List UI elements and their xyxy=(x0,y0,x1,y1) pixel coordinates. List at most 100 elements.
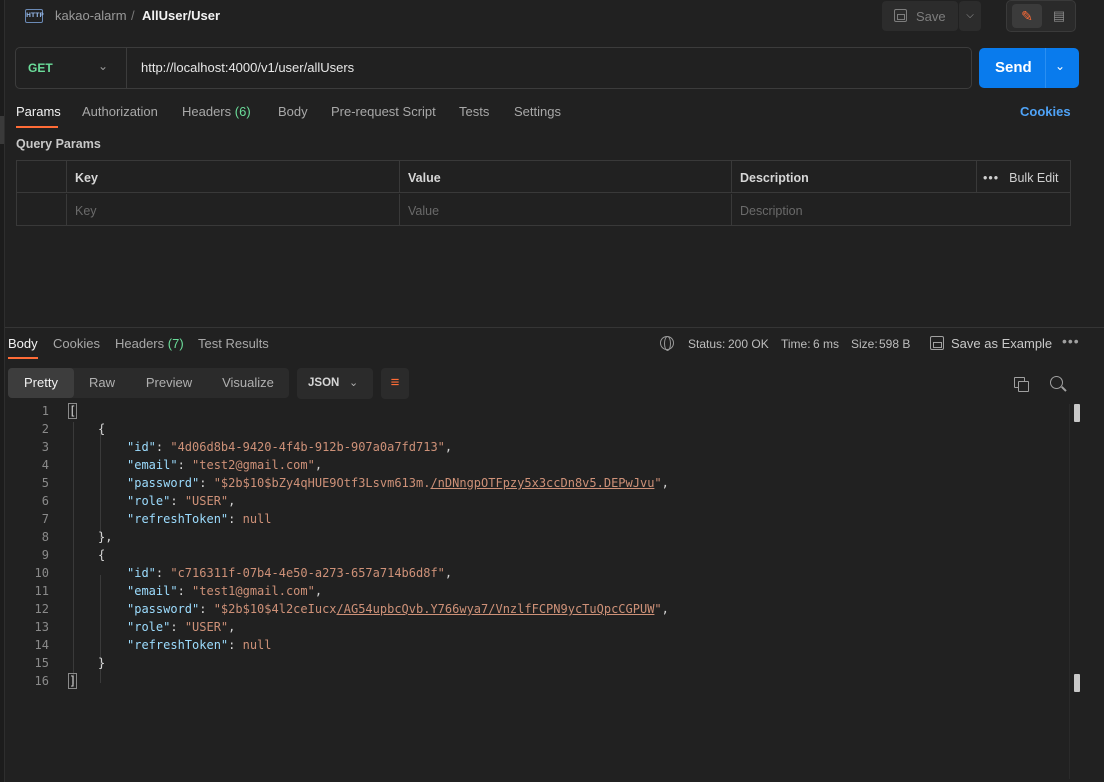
tab-response-cookies[interactable]: Cookies xyxy=(53,336,100,351)
tab-response-headers-count: (7) xyxy=(167,336,184,351)
status-value[interactable]: 200 OK xyxy=(728,337,769,351)
key-column-header: Key xyxy=(67,161,400,193)
breadcrumb-request-name[interactable]: AllUser/User xyxy=(142,8,220,23)
cookies-link[interactable]: Cookies xyxy=(1020,104,1071,119)
view-mode-visualize[interactable]: Visualize xyxy=(214,368,282,398)
response-body-viewer[interactable]: 1[ 2{ 3 "id": "4d06d8b4-9420-4f4b-912b-90… xyxy=(5,403,1075,694)
code-text: "id": "4d06d8b4-9420-4f4b-912b-907a0a7fd… xyxy=(127,440,452,454)
time-label: Time: xyxy=(781,337,811,351)
json-key: "id" xyxy=(127,440,156,454)
json-value: "c716311f-07b4-4e50-a273-657a714b6d8f" xyxy=(170,566,445,580)
top-bar: HTTP kakao-alarm / AllUser/User Save ⌵ ✎… xyxy=(5,0,1104,34)
pane-divider[interactable] xyxy=(5,327,1104,328)
tab-params[interactable]: Params xyxy=(16,104,61,119)
description-header-label: Description xyxy=(740,171,809,185)
description-placeholder: Description xyxy=(740,204,803,218)
table-row: Key Value Description xyxy=(17,194,1070,226)
json-comma: , xyxy=(661,476,669,490)
send-dropdown-chevron-icon[interactable]: ⌄ xyxy=(1055,59,1065,73)
response-more-options-icon[interactable]: ••• xyxy=(1062,333,1080,349)
line-number: 11 xyxy=(34,584,49,598)
tab-authorization[interactable]: Authorization xyxy=(82,104,158,119)
tab-response-headers-label: Headers xyxy=(115,336,165,351)
tab-headers[interactable]: Headers (6) xyxy=(182,104,251,119)
code-text: } xyxy=(98,656,105,670)
json-value-link[interactable]: /nDNngpOTFpzy5x3ccDn8v5.DEPwJvu xyxy=(430,476,654,490)
save-button[interactable]: Save xyxy=(882,1,958,31)
tab-tests[interactable]: Tests xyxy=(459,104,489,119)
json-value-link[interactable]: /AG54upbcQvb.Y766wya7/VnzlfFCPN9ycTuQpcC… xyxy=(337,602,655,616)
code-line: 6 "role": "USER", xyxy=(5,494,1065,512)
scrollbar-marker[interactable] xyxy=(1074,404,1080,422)
json-comma: , xyxy=(228,494,236,508)
scrollbar-track[interactable] xyxy=(1069,404,1070,779)
tab-response-body[interactable]: Body xyxy=(8,336,38,351)
bulk-edit-button[interactable]: ••• Bulk Edit xyxy=(983,171,1058,185)
line-number: 8 xyxy=(41,530,49,544)
tab-headers-count: (6) xyxy=(234,104,251,119)
line-number: 14 xyxy=(34,638,49,652)
json-key: "refreshToken" xyxy=(127,638,229,652)
format-select[interactable]: JSON ⌄ xyxy=(297,368,373,399)
send-button-label: Send xyxy=(995,59,1032,76)
tab-settings[interactable]: Settings xyxy=(514,104,561,119)
search-icon[interactable] xyxy=(1050,376,1063,389)
wrap-lines-icon[interactable]: ≡ xyxy=(381,368,409,399)
json-key: "id" xyxy=(127,566,156,580)
row-checkbox-cell xyxy=(17,194,67,226)
value-placeholder: Value xyxy=(408,204,440,218)
tab-test-results[interactable]: Test Results xyxy=(198,336,269,351)
query-params-title: Query Params xyxy=(16,137,101,151)
comments-button[interactable]: ▤ xyxy=(1045,4,1073,28)
time-value[interactable]: 6 ms xyxy=(813,337,839,351)
json-key: "refreshToken" xyxy=(127,512,229,526)
code-line: 4 "email": "test2@gmail.com", xyxy=(5,458,1065,476)
edit-mode-button[interactable]: ✎ xyxy=(1012,4,1042,28)
json-key: "email" xyxy=(127,458,178,472)
format-value: JSON xyxy=(308,377,340,389)
json-bracket: ] xyxy=(67,673,78,689)
line-number: 10 xyxy=(34,566,49,580)
tab-response-headers[interactable]: Headers (7) xyxy=(115,336,184,351)
view-mode-pretty[interactable]: Pretty xyxy=(8,368,74,398)
code-text: { xyxy=(98,548,105,562)
save-dropdown-button[interactable]: ⌵ xyxy=(959,1,981,31)
tab-headers-label: Headers xyxy=(182,104,232,119)
json-value: " xyxy=(654,476,662,490)
save-as-example-button[interactable]: Save as Example xyxy=(951,336,1052,351)
json-brace: { xyxy=(98,548,106,562)
json-key: "email" xyxy=(127,584,178,598)
key-input[interactable]: Key xyxy=(67,194,400,226)
json-comma: , xyxy=(444,566,453,580)
globe-icon[interactable] xyxy=(660,336,674,351)
copy-icon[interactable] xyxy=(1014,377,1029,392)
more-options-icon[interactable]: ••• xyxy=(983,171,999,185)
line-number: 9 xyxy=(41,548,49,562)
method-select[interactable]: GET ⌄ xyxy=(16,48,127,88)
json-comma: , xyxy=(314,458,323,472)
response-view-modes: Pretty Raw Preview Visualize xyxy=(8,368,289,398)
json-value: null xyxy=(242,512,272,526)
json-comma: , xyxy=(228,620,236,634)
line-number: 2 xyxy=(41,422,49,436)
json-brace: }, xyxy=(98,530,113,544)
value-header-label: Value xyxy=(408,171,441,185)
view-mode-raw[interactable]: Raw xyxy=(80,368,124,398)
tab-body[interactable]: Body xyxy=(278,104,308,119)
send-button[interactable]: Send ⌄ xyxy=(979,48,1079,88)
size-value[interactable]: 598 B xyxy=(879,337,910,351)
json-comma: , xyxy=(661,602,669,616)
checkbox-column-header xyxy=(17,161,67,193)
description-input[interactable]: Description xyxy=(732,194,1070,226)
url-input[interactable]: http://localhost:4000/v1/user/allUsers xyxy=(141,60,354,75)
tab-prerequest-script[interactable]: Pre-request Script xyxy=(331,104,436,119)
json-key: "password" xyxy=(127,602,200,616)
json-colon: : xyxy=(170,620,185,634)
breadcrumb-collection[interactable]: kakao-alarm xyxy=(55,8,127,23)
value-input[interactable]: Value xyxy=(400,194,732,226)
view-mode-preview[interactable]: Preview xyxy=(138,368,200,398)
size-label: Size: xyxy=(851,337,878,351)
scrollbar-marker[interactable] xyxy=(1074,674,1080,692)
line-number: 3 xyxy=(41,440,49,454)
bulk-edit-label: Bulk Edit xyxy=(1009,171,1059,185)
